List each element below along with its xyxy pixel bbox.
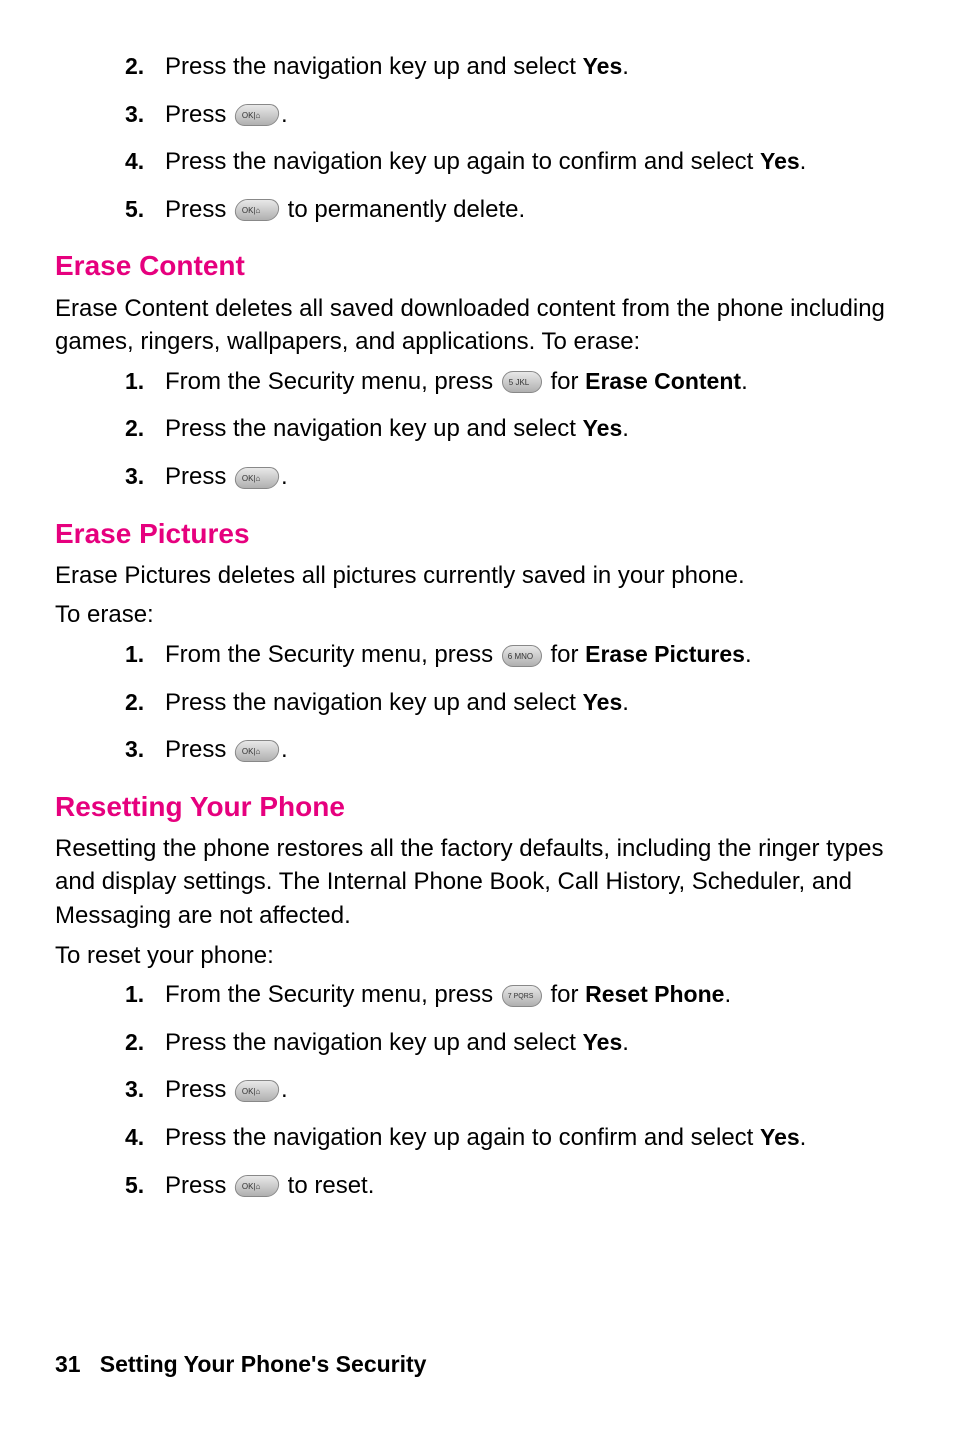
step-text-mid: for xyxy=(544,368,585,395)
step-text: Press xyxy=(165,101,233,128)
step-text: Press the navigation key up and select xyxy=(165,1029,583,1056)
step-text: Press xyxy=(165,196,233,223)
key-6-icon xyxy=(502,645,542,667)
step-text-end: . xyxy=(281,1076,288,1103)
step-text: Press xyxy=(165,1076,233,1103)
page-footer: 31 Setting Your Phone's Security xyxy=(55,1351,426,1378)
step-text-end: . xyxy=(800,148,807,175)
step-3: 3. Press . xyxy=(125,98,899,132)
step-number: 2. xyxy=(125,1026,144,1058)
step-bold: Yes xyxy=(583,1029,623,1055)
step-number: 2. xyxy=(125,412,144,444)
erase-pictures-steps: 1. From the Security menu, press for Era… xyxy=(55,638,899,767)
step-text: From the Security menu, press xyxy=(165,981,500,1008)
heading-erase-pictures: Erase Pictures xyxy=(55,514,899,553)
step-number: 2. xyxy=(125,50,144,82)
top-steps-list: 2. Press the navigation key up and selec… xyxy=(55,50,899,226)
step-text-end: . xyxy=(622,1029,629,1056)
step-bold: Yes xyxy=(760,1124,800,1150)
step-1: 1. From the Security menu, press for Era… xyxy=(125,365,899,399)
step-text-mid: for xyxy=(544,981,585,1008)
step-text: Press the navigation key up and select xyxy=(165,53,583,80)
step-text-end: . xyxy=(281,736,288,763)
step-number: 3. xyxy=(125,733,144,765)
ok-key-icon xyxy=(233,1175,280,1197)
step-text-end: . xyxy=(281,463,288,490)
step-text: From the Security menu, press xyxy=(165,368,500,395)
step-number: 1. xyxy=(125,978,144,1010)
footer-title: Setting Your Phone's Security xyxy=(100,1351,427,1377)
step-bold: Erase Pictures xyxy=(585,641,745,667)
step-text-end: . xyxy=(281,101,288,128)
page-content: 2. Press the navigation key up and selec… xyxy=(55,50,899,1202)
step-text-end: . xyxy=(622,415,629,442)
step-number: 1. xyxy=(125,365,144,397)
step-text: Press the navigation key up and select xyxy=(165,689,583,716)
step-number: 3. xyxy=(125,1073,144,1105)
step-bold: Yes xyxy=(583,689,623,715)
intro-resetting-b: To reset your phone: xyxy=(55,939,899,973)
step-number: 4. xyxy=(125,145,144,177)
step-text-end: . xyxy=(745,641,752,668)
step-3: 3. Press . xyxy=(125,733,899,767)
step-text: Press the navigation key up again to con… xyxy=(165,148,760,175)
step-3: 3. Press . xyxy=(125,1073,899,1107)
step-text: From the Security menu, press xyxy=(165,641,500,668)
heading-resetting: Resetting Your Phone xyxy=(55,787,899,826)
step-text-end: . xyxy=(724,981,731,1008)
erase-content-steps: 1. From the Security menu, press for Era… xyxy=(55,365,899,494)
key-5-icon xyxy=(502,371,542,393)
step-number: 5. xyxy=(125,1169,144,1201)
ok-key-icon xyxy=(233,740,280,762)
intro-erase-pictures-a: Erase Pictures deletes all pictures curr… xyxy=(55,559,899,593)
step-text-end: to reset. xyxy=(281,1172,374,1199)
step-5: 5. Press to permanently delete. xyxy=(125,193,899,227)
step-4: 4. Press the navigation key up again to … xyxy=(125,1121,899,1155)
ok-key-icon xyxy=(233,467,280,489)
step-number: 3. xyxy=(125,460,144,492)
step-text: Press xyxy=(165,1172,233,1199)
step-text-mid: for xyxy=(544,641,585,668)
step-number: 2. xyxy=(125,686,144,718)
resetting-steps: 1. From the Security menu, press for Res… xyxy=(55,978,899,1202)
intro-resetting-a: Resetting the phone restores all the fac… xyxy=(55,832,899,933)
step-2: 2. Press the navigation key up and selec… xyxy=(125,686,899,720)
step-text-end: to permanently delete. xyxy=(281,196,525,223)
step-text-end: . xyxy=(622,689,629,716)
ok-key-icon xyxy=(233,1080,280,1102)
step-number: 4. xyxy=(125,1121,144,1153)
step-bold: Erase Content xyxy=(585,368,741,394)
step-2: 2. Press the navigation key up and selec… xyxy=(125,1026,899,1060)
step-3: 3. Press . xyxy=(125,460,899,494)
step-text-end: . xyxy=(800,1124,807,1151)
step-bold: Yes xyxy=(760,148,800,174)
key-7-icon xyxy=(502,985,542,1007)
ok-key-icon xyxy=(233,199,280,221)
step-bold: Yes xyxy=(583,415,623,441)
step-text: Press xyxy=(165,736,233,763)
heading-erase-content: Erase Content xyxy=(55,246,899,285)
step-bold: Reset Phone xyxy=(585,981,724,1007)
intro-erase-content: Erase Content deletes all saved download… xyxy=(55,292,899,359)
step-4: 4. Press the navigation key up again to … xyxy=(125,145,899,179)
step-2: 2. Press the navigation key up and selec… xyxy=(125,50,899,84)
intro-erase-pictures-b: To erase: xyxy=(55,598,899,632)
step-number: 3. xyxy=(125,98,144,130)
page-number: 31 xyxy=(55,1351,81,1377)
step-1: 1. From the Security menu, press for Res… xyxy=(125,978,899,1012)
step-2: 2. Press the navigation key up and selec… xyxy=(125,412,899,446)
step-number: 5. xyxy=(125,193,144,225)
step-text-end: . xyxy=(741,368,748,395)
ok-key-icon xyxy=(233,104,280,126)
step-5: 5. Press to reset. xyxy=(125,1169,899,1203)
step-text: Press the navigation key up and select xyxy=(165,415,583,442)
step-text-end: . xyxy=(622,53,629,80)
step-1: 1. From the Security menu, press for Era… xyxy=(125,638,899,672)
step-number: 1. xyxy=(125,638,144,670)
step-text: Press the navigation key up again to con… xyxy=(165,1124,760,1151)
step-text: Press xyxy=(165,463,233,490)
step-bold: Yes xyxy=(583,53,623,79)
